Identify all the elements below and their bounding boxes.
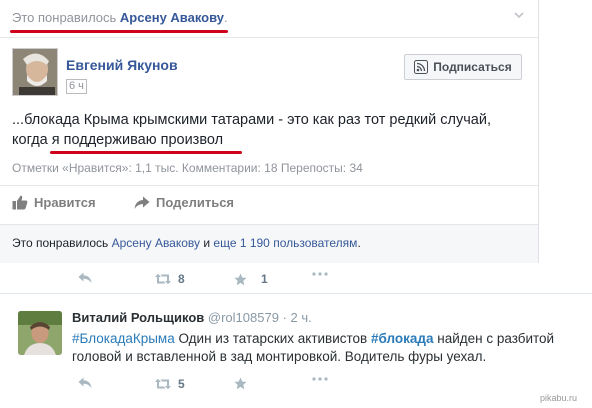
tweet1-reply-button[interactable]: [78, 272, 92, 284]
tweet-author-line: Виталий Рольщиков @rol108579 · 2 ч.: [72, 310, 312, 325]
liked-by-summary: Это понравилось Арсену Авакову и еще 1 1…: [12, 236, 361, 250]
thumbs-up-icon: [12, 195, 28, 210]
person-photo-icon: [13, 49, 57, 95]
post-stats[interactable]: Отметки «Нравится»: 1,1 тыс. Комментарии…: [12, 161, 363, 175]
tweet-author-avatar[interactable]: [18, 311, 62, 355]
reply-icon: [78, 272, 92, 283]
post-time[interactable]: 6 ч: [66, 79, 87, 94]
tweet-separator: [0, 293, 592, 294]
liked-others-link[interactable]: еще 1 190 пользователям: [213, 236, 357, 250]
header-divider: [0, 37, 538, 38]
tweet2-retweet-button[interactable]: 5: [154, 377, 185, 391]
like-button[interactable]: Нравится: [12, 195, 96, 210]
liked-by-header: Это понравилось Арсену Авакову.: [12, 10, 228, 25]
tweet-author-name[interactable]: Виталий Рольщиков: [72, 310, 204, 325]
red-underline-header: [10, 30, 228, 33]
star-icon: [234, 273, 247, 285]
author-avatar[interactable]: [12, 48, 58, 96]
rss-icon: [414, 60, 429, 74]
tweet2-reply-button[interactable]: [78, 377, 92, 389]
star-icon: [234, 377, 247, 390]
author-name-link[interactable]: Евгений Якунов: [66, 57, 178, 73]
watermark: pikabu.ru: [540, 393, 578, 403]
actions-divider: [0, 185, 538, 186]
tweet-handle-time[interactable]: @rol108579 · 2 ч.: [208, 310, 312, 325]
more-dots-icon: [312, 377, 328, 381]
tweet1-retweet-button[interactable]: 8: [154, 272, 185, 286]
retweet-icon: [155, 273, 171, 285]
more-dots-icon: [312, 272, 328, 276]
chevron-down-icon[interactable]: [514, 10, 524, 20]
retweet-icon: [155, 378, 171, 390]
liked-by-name-link[interactable]: Арсену Авакову: [120, 10, 224, 25]
share-button[interactable]: Поделиться: [134, 195, 234, 210]
tweet2-favorite-button[interactable]: [234, 377, 247, 390]
tweet-text: #БлокадаКрыма Один из татарских активист…: [72, 331, 555, 364]
share-arrow-icon: [134, 196, 150, 209]
person-photo-icon: [18, 311, 62, 355]
liked-name-link[interactable]: Арсену Авакову: [112, 236, 200, 250]
tweet1-favorite-button[interactable]: 1: [234, 272, 268, 286]
reply-icon: [78, 377, 92, 388]
hashtag-link[interactable]: #БлокадаКрыма: [72, 331, 175, 346]
post-text: ...блокада Крыма крымскими татарами - эт…: [12, 112, 491, 148]
hashtag-link[interactable]: #блокада: [371, 331, 434, 346]
subscribe-button[interactable]: Подписаться: [404, 54, 522, 80]
tweet1-more-button[interactable]: [312, 272, 328, 276]
tweet2-more-button[interactable]: [312, 377, 328, 381]
red-underline-post: [50, 151, 242, 154]
